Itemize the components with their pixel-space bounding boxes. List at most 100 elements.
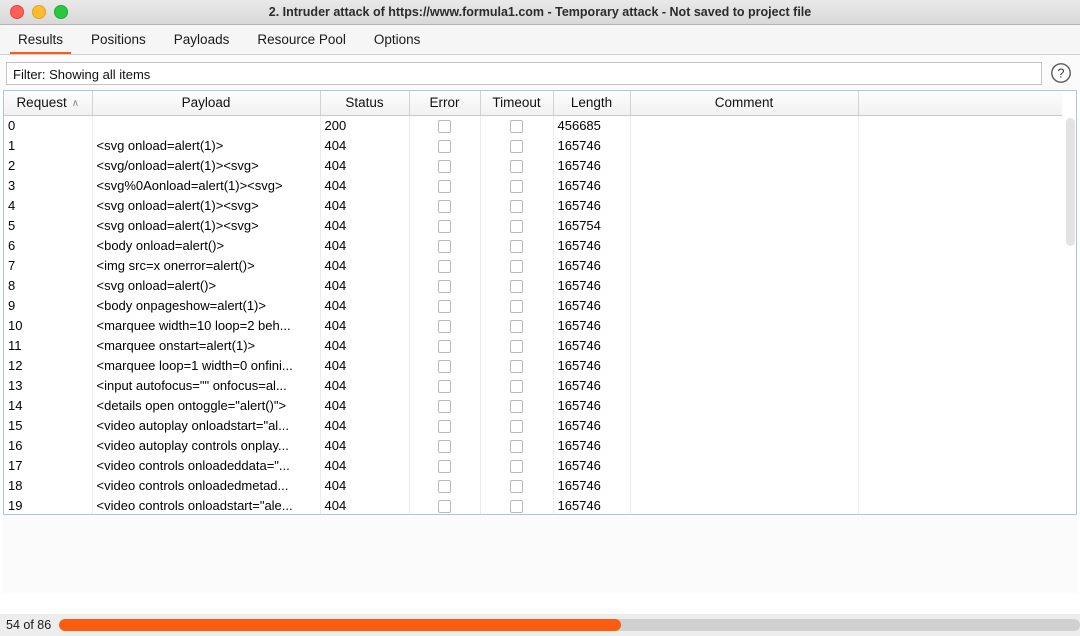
cell-timeout-checkbox[interactable] [510, 199, 523, 213]
cell-timeout[interactable] [480, 355, 554, 375]
cell-error[interactable] [409, 435, 481, 455]
cell-timeout[interactable] [480, 235, 554, 255]
cell-error[interactable] [409, 275, 481, 295]
cell-error-checkbox[interactable] [438, 479, 451, 493]
cell-timeout[interactable] [480, 295, 554, 315]
cell-error-checkbox[interactable] [438, 159, 451, 173]
cell-error[interactable] [409, 175, 481, 195]
cell-timeout-checkbox[interactable] [510, 259, 523, 273]
cell-error-checkbox[interactable] [438, 379, 451, 393]
cell-timeout[interactable] [480, 255, 554, 275]
cell-timeout[interactable] [480, 155, 554, 175]
cell-error-checkbox[interactable] [438, 339, 451, 353]
cell-timeout[interactable] [480, 375, 554, 395]
cell-error[interactable] [409, 235, 481, 255]
cell-error[interactable] [409, 455, 481, 475]
cell-error-checkbox[interactable] [438, 279, 451, 293]
cell-error-checkbox[interactable] [438, 439, 451, 453]
table-row[interactable]: 15 <video autoplay onloadstart="al... 404 1… [4, 415, 1062, 435]
cell-error[interactable] [409, 335, 481, 355]
cell-timeout-checkbox[interactable] [510, 459, 523, 473]
cell-error-checkbox[interactable] [438, 179, 451, 193]
cell-timeout[interactable] [480, 435, 554, 455]
cell-timeout[interactable] [480, 415, 554, 435]
cell-timeout[interactable] [480, 115, 554, 135]
column-header-comment[interactable]: Comment [630, 91, 859, 116]
cell-timeout-checkbox[interactable] [510, 319, 523, 333]
filter-input[interactable]: Filter: Showing all items [6, 61, 1042, 85]
cell-timeout-checkbox[interactable] [510, 119, 523, 133]
cell-timeout[interactable] [480, 495, 554, 514]
column-header-payload[interactable]: Payload [92, 91, 321, 116]
cell-error-checkbox[interactable] [438, 259, 451, 273]
cell-error-checkbox[interactable] [438, 399, 451, 413]
tab-positions[interactable]: Positions [77, 25, 160, 54]
cell-timeout-checkbox[interactable] [510, 379, 523, 393]
cell-error-checkbox[interactable] [438, 199, 451, 213]
cell-error[interactable] [409, 295, 481, 315]
column-header-length[interactable]: Length [553, 91, 631, 116]
cell-timeout-checkbox[interactable] [510, 179, 523, 193]
table-row[interactable]: 10 <marquee width=10 loop=2 beh... 404 1657… [4, 315, 1062, 335]
column-header-request[interactable]: Request ∧ [4, 91, 93, 116]
column-header-status[interactable]: Status [320, 91, 410, 116]
cell-error-checkbox[interactable] [438, 299, 451, 313]
table-row[interactable]: 2 <svg/onload=alert(1)><svg> 404 165746 [4, 155, 1062, 175]
table-row[interactable]: 8 <svg onload=alert()> 404 165746 [4, 275, 1062, 295]
table-row[interactable]: 17 <video controls onloadeddata="... 404 16… [4, 455, 1062, 475]
cell-error[interactable] [409, 395, 481, 415]
tab-resource-pool[interactable]: Resource Pool [243, 25, 360, 54]
cell-timeout-checkbox[interactable] [510, 139, 523, 153]
cell-error[interactable] [409, 475, 481, 495]
cell-error-checkbox[interactable] [438, 219, 451, 233]
cell-timeout[interactable] [480, 475, 554, 495]
cell-error[interactable] [409, 495, 481, 514]
table-row[interactable]: 7 <img src=x onerror=alert()> 404 165746 [4, 255, 1062, 275]
table-row[interactable]: 6 <body onload=alert()> 404 165746 [4, 235, 1062, 255]
tab-options[interactable]: Options [360, 25, 435, 54]
cell-timeout-checkbox[interactable] [510, 219, 523, 233]
cell-timeout-checkbox[interactable] [510, 279, 523, 293]
cell-timeout[interactable] [480, 455, 554, 475]
cell-error[interactable] [409, 375, 481, 395]
cell-error[interactable] [409, 415, 481, 435]
column-header-spare[interactable] [858, 91, 1062, 116]
cell-error[interactable] [409, 215, 481, 235]
table-row[interactable]: 0 200 456685 [4, 115, 1062, 135]
column-header-error[interactable]: Error [409, 91, 481, 116]
cell-timeout-checkbox[interactable] [510, 239, 523, 253]
cell-timeout-checkbox[interactable] [510, 359, 523, 373]
cell-error-checkbox[interactable] [438, 419, 451, 433]
tab-payloads[interactable]: Payloads [160, 25, 244, 54]
cell-timeout[interactable] [480, 215, 554, 235]
cell-timeout-checkbox[interactable] [510, 419, 523, 433]
cell-error-checkbox[interactable] [438, 359, 451, 373]
cell-timeout[interactable] [480, 175, 554, 195]
cell-timeout[interactable] [480, 135, 554, 155]
table-row[interactable]: 5 <svg onload=alert(1)><svg> 404 165754 [4, 215, 1062, 235]
help-circle-icon[interactable]: ? [1048, 60, 1074, 86]
cell-error[interactable] [409, 315, 481, 335]
cell-error[interactable] [409, 355, 481, 375]
table-row[interactable]: 18 <video controls onloadedmetad... 404 165… [4, 475, 1062, 495]
cell-timeout-checkbox[interactable] [510, 339, 523, 353]
close-button[interactable] [10, 5, 24, 19]
maximize-button[interactable] [54, 5, 68, 19]
scrollbar-thumb[interactable] [1066, 118, 1075, 246]
cell-error-checkbox[interactable] [438, 119, 451, 133]
cell-timeout[interactable] [480, 275, 554, 295]
cell-timeout-checkbox[interactable] [510, 439, 523, 453]
cell-timeout-checkbox[interactable] [510, 499, 523, 513]
table-row[interactable]: 3 <svg%0Aonload=alert(1)><svg> 404 165746 [4, 175, 1062, 195]
table-row[interactable]: 14 <details open ontoggle="alert()"> 404 16… [4, 395, 1062, 415]
minimize-button[interactable] [32, 5, 46, 19]
cell-timeout-checkbox[interactable] [510, 399, 523, 413]
table-row[interactable]: 13 <input autofocus="" onfocus=al... 404 16… [4, 375, 1062, 395]
table-row[interactable]: 12 <marquee loop=1 width=0 onfini... 404 16… [4, 355, 1062, 375]
cell-error-checkbox[interactable] [438, 459, 451, 473]
cell-error-checkbox[interactable] [438, 499, 451, 513]
cell-error-checkbox[interactable] [438, 319, 451, 333]
cell-error[interactable] [409, 115, 481, 135]
cell-error[interactable] [409, 255, 481, 275]
table-row[interactable]: 4 <svg onload=alert(1)><svg> 404 165746 [4, 195, 1062, 215]
